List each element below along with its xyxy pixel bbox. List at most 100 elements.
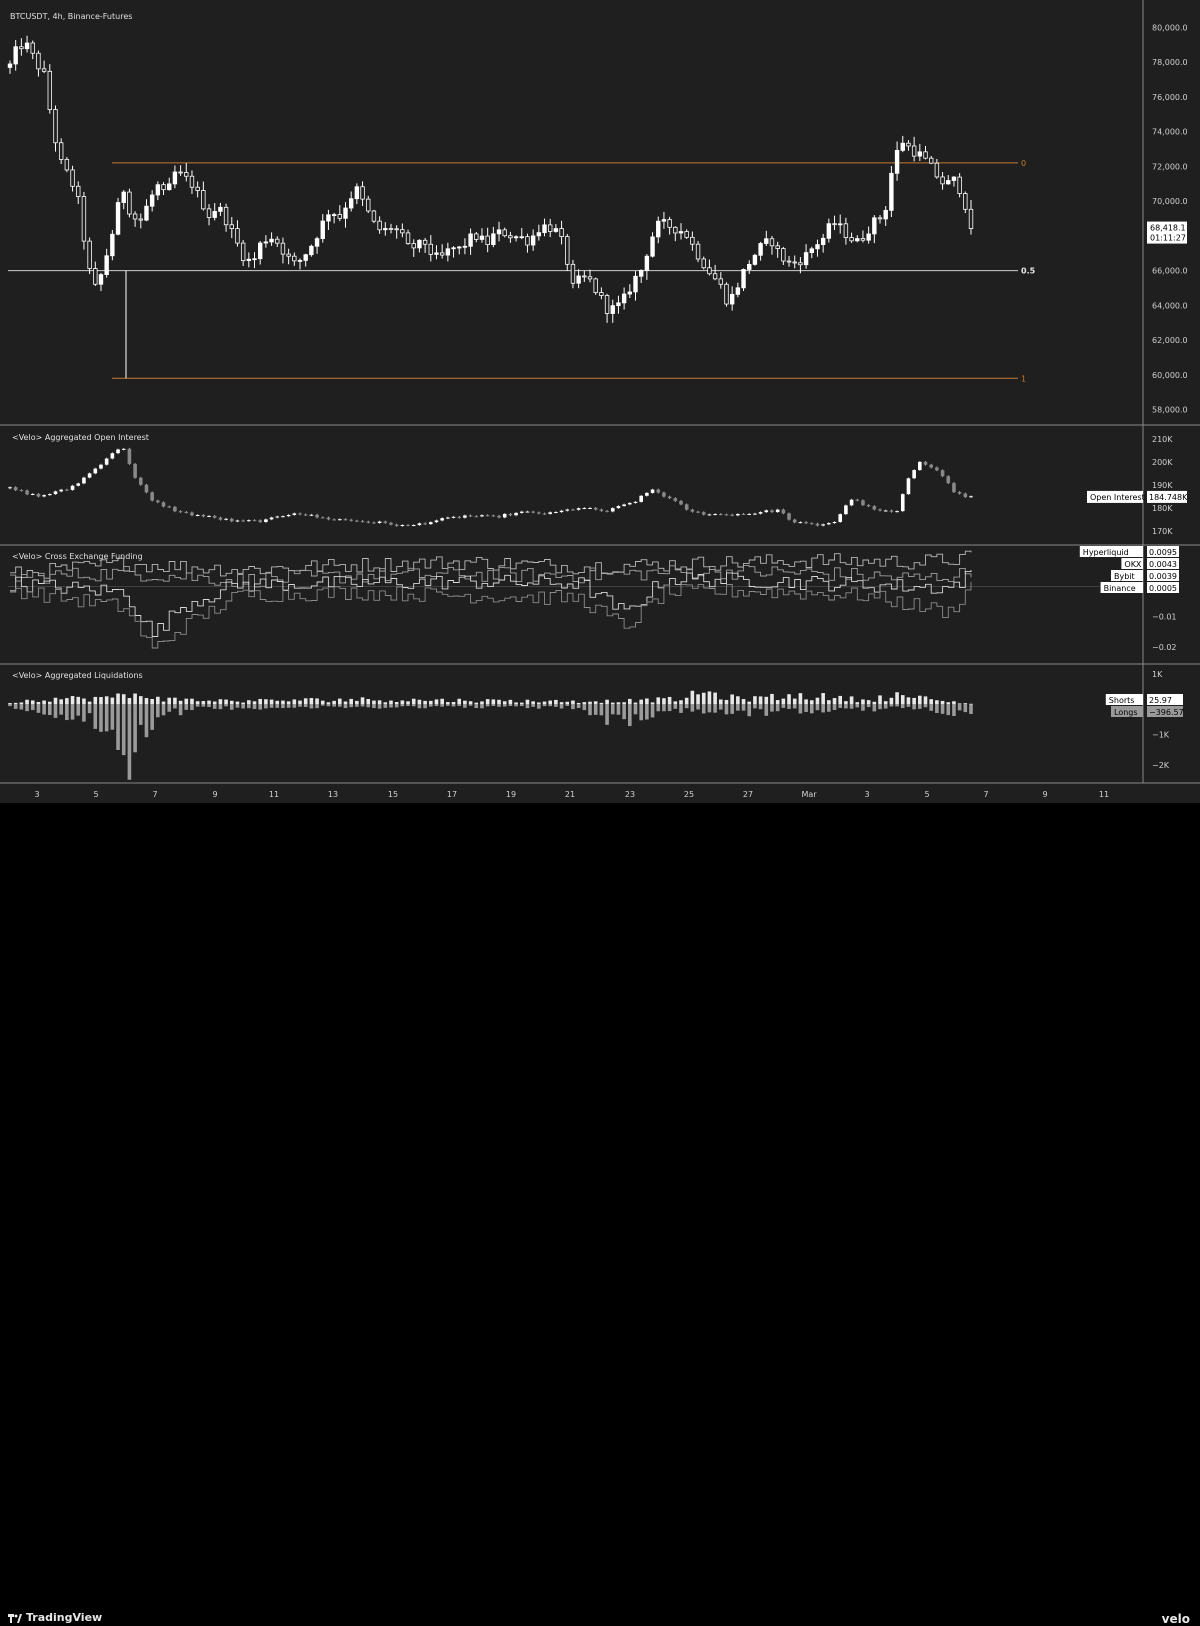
liq-shorts-bar[interactable] [605,699,609,705]
oi-candle-body[interactable] [150,492,154,501]
liq-shorts-bar[interactable] [394,701,399,705]
liq-longs-bar[interactable] [366,704,371,708]
oi-candle-body[interactable] [121,448,126,450]
liq-shorts-bar[interactable] [360,697,365,705]
liq-longs-bar[interactable] [542,704,547,707]
candle-body[interactable] [872,217,877,235]
oi-candle-body[interactable] [480,515,484,517]
liq-longs-bar[interactable] [855,704,860,708]
liq-longs-bar[interactable] [906,704,911,707]
oi-candle-body[interactable] [559,510,564,513]
candle-body[interactable] [110,233,115,257]
candle-body[interactable] [838,223,843,226]
liq-longs-bar[interactable] [684,704,689,709]
liq-shorts-bar[interactable] [383,702,388,705]
liq-shorts-bar[interactable] [332,700,336,705]
candle-body[interactable] [525,236,530,246]
liq-shorts-bar[interactable] [679,700,683,705]
candle-body[interactable] [439,252,445,256]
liq-longs-bar[interactable] [900,704,905,709]
candle-body[interactable] [894,149,900,174]
oi-candle-body[interactable] [576,508,581,510]
liq-longs-bar[interactable] [463,704,467,708]
candle-body[interactable] [508,235,513,239]
candle-body[interactable] [951,176,957,181]
liq-shorts-bar[interactable] [537,702,541,705]
oi-candle-body[interactable] [645,492,649,496]
oi-candle-body[interactable] [622,504,626,507]
candle-body[interactable] [411,243,416,249]
liq-shorts-bar[interactable] [201,701,206,705]
oi-candle-body[interactable] [969,496,973,498]
liq-shorts-bar[interactable] [30,700,35,705]
oi-candle-body[interactable] [383,521,388,523]
candle-body[interactable] [917,151,923,157]
liq-shorts-bar[interactable] [861,699,865,705]
liq-shorts-bar[interactable] [559,702,564,705]
liq-longs-bar[interactable] [13,704,18,709]
liq-shorts-bar[interactable] [173,697,177,705]
liq-longs-bar[interactable] [30,704,35,711]
liq-shorts-bar[interactable] [963,703,968,705]
liq-shorts-bar[interactable] [36,701,41,705]
liq-longs-bar[interactable] [457,704,462,706]
oi-candle-body[interactable] [457,516,462,518]
liq-shorts-bar[interactable] [212,701,217,705]
oi-candle-body[interactable] [781,509,786,514]
liq-longs-bar[interactable] [821,704,825,713]
oi-candle-body[interactable] [815,523,820,526]
oi-candle-body[interactable] [446,517,450,519]
liq-longs-bar[interactable] [207,704,211,707]
liq-longs-bar[interactable] [8,704,12,707]
oi-candle-body[interactable] [770,510,774,513]
liq-shorts-bar[interactable] [792,698,797,705]
liq-longs-bar[interactable] [218,704,223,710]
liq-longs-bar[interactable] [423,704,427,709]
candle-body[interactable] [167,183,172,191]
liq-longs-bar[interactable] [519,704,524,707]
liq-longs-bar[interactable] [247,704,251,709]
candle-body[interactable] [752,254,758,265]
liq-shorts-bar[interactable] [121,694,126,705]
liq-longs-bar[interactable] [758,704,763,710]
liq-longs-bar[interactable] [701,704,706,714]
liq-shorts-bar[interactable] [144,698,149,705]
candle-body[interactable] [530,235,536,246]
liq-longs-bar[interactable] [349,704,353,708]
liq-longs-bar[interactable] [65,704,69,721]
liq-longs-bar[interactable] [588,704,592,716]
candle-body[interactable] [604,295,610,314]
oi-candle-body[interactable] [275,516,280,518]
candle-body[interactable] [451,247,456,250]
liq-shorts-bar[interactable] [798,693,803,705]
liq-longs-bar[interactable] [639,704,643,721]
oi-candle-body[interactable] [428,522,433,525]
liq-shorts-bar[interactable] [42,700,46,705]
candle-body[interactable] [798,262,803,266]
liq-shorts-bar[interactable] [252,701,257,705]
oi-candle-body[interactable] [224,518,228,520]
oi-candle-body[interactable] [940,470,945,477]
liq-shorts-bar[interactable] [309,698,314,705]
oi-candle-body[interactable] [423,523,427,525]
oi-candle-body[interactable] [25,490,29,495]
liq-shorts-bar[interactable] [707,691,712,705]
liq-shorts-bar[interactable] [906,697,911,705]
candle-body[interactable] [832,223,837,226]
liq-longs-bar[interactable] [707,704,712,713]
candle-body[interactable] [712,273,718,280]
liq-shorts-bar[interactable] [957,703,962,705]
liq-longs-bar[interactable] [298,704,302,707]
oi-candle-body[interactable] [730,514,734,516]
candle-body[interactable] [7,63,13,68]
liq-longs-bar[interactable] [548,704,553,707]
liq-longs-bar[interactable] [946,704,951,716]
candle-body[interactable] [81,196,87,242]
liq-longs-bar[interactable] [633,704,638,715]
oi-candle-body[interactable] [298,513,302,515]
liq-shorts-bar[interactable] [889,697,894,705]
liq-shorts-bar[interactable] [645,698,649,705]
liq-shorts-bar[interactable] [127,698,132,705]
candle-body[interactable] [348,198,354,209]
liq-shorts-bar[interactable] [514,702,518,705]
